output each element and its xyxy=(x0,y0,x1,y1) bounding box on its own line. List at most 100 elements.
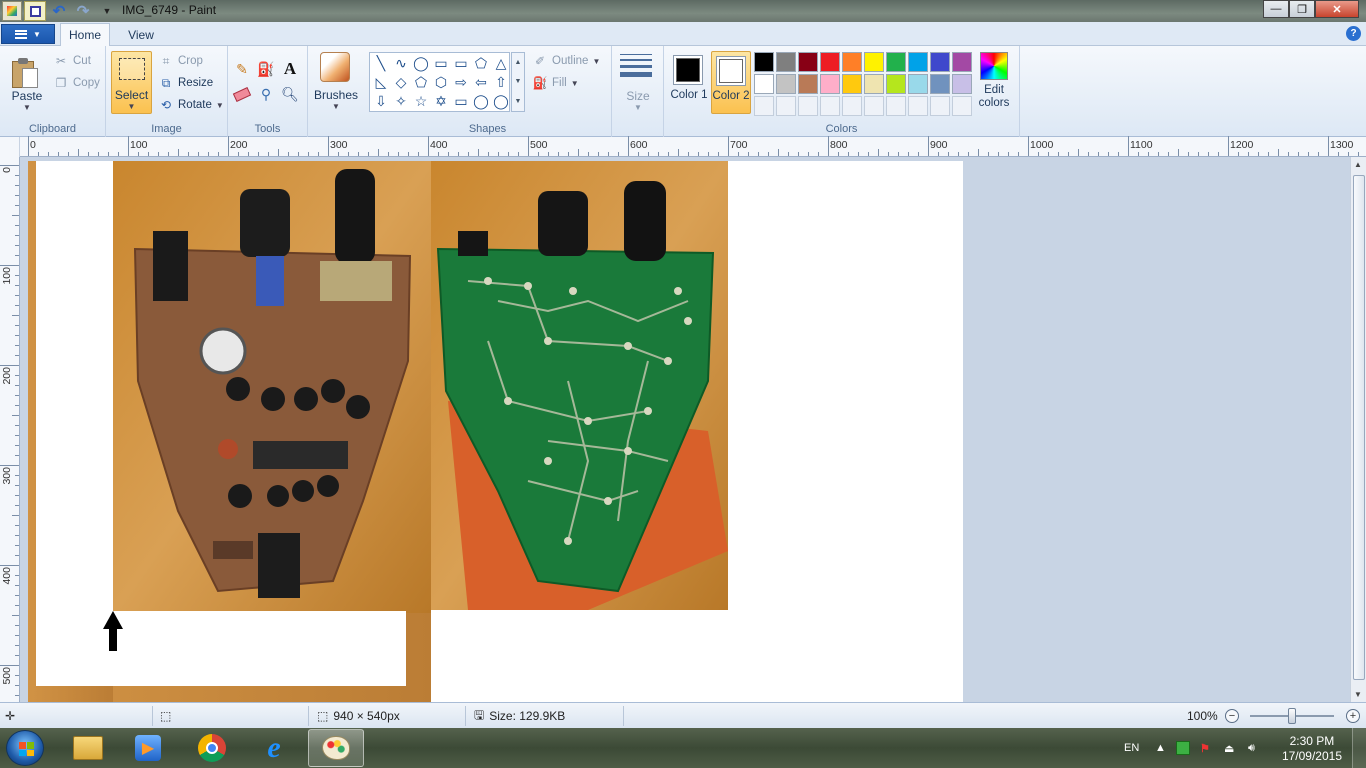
palette-swatch[interactable] xyxy=(820,52,840,72)
help-icon[interactable]: ? xyxy=(1346,26,1361,41)
volume-icon[interactable]: 🔊︎ xyxy=(1248,728,1255,768)
palette-swatch[interactable] xyxy=(776,74,796,94)
custom-color-slot[interactable] xyxy=(754,96,774,116)
chrome-taskbar-button[interactable] xyxy=(184,729,240,767)
palette-swatch[interactable] xyxy=(798,52,818,72)
palette-swatch[interactable] xyxy=(930,52,950,72)
media-player-taskbar-button[interactable]: ▶ xyxy=(120,729,176,767)
chevron-down-icon[interactable]: ▼ xyxy=(515,78,522,85)
rectangle-shape-icon[interactable]: ▭ xyxy=(432,54,450,72)
canvas[interactable] xyxy=(28,161,963,702)
pentagon-shape-icon[interactable]: ⬠ xyxy=(412,73,430,91)
left-arrow-shape-icon[interactable]: ⇦ xyxy=(472,73,490,91)
oval-shape-icon[interactable]: ◯ xyxy=(412,54,430,72)
outline-button[interactable]: ✐ Outline ▼ xyxy=(532,53,600,69)
palette-swatch[interactable] xyxy=(842,74,862,94)
triangle-shape-icon[interactable]: △ xyxy=(492,54,510,72)
right-triangle-shape-icon[interactable]: ◺ xyxy=(372,73,390,91)
paste-button[interactable]: Paste ▼ xyxy=(6,50,48,114)
scroll-thumb[interactable] xyxy=(1353,175,1365,680)
palette-swatch[interactable] xyxy=(842,52,862,72)
undo-icon[interactable]: ↶ xyxy=(48,1,70,21)
usb-device-icon[interactable]: ⏏ xyxy=(1224,728,1234,768)
down-arrow-shape-icon[interactable]: ⇩ xyxy=(372,92,390,110)
custom-color-slot[interactable] xyxy=(952,96,972,116)
cloud-callout-shape-icon[interactable]: ◯ xyxy=(492,92,510,110)
palette-swatch[interactable] xyxy=(754,74,774,94)
expand-gallery-icon[interactable]: ▼ xyxy=(515,98,522,105)
diamond-shape-icon[interactable]: ◇ xyxy=(392,73,410,91)
palette-swatch[interactable] xyxy=(798,74,818,94)
shapes-gallery-scroll[interactable]: ▲ ▼ ▼ xyxy=(511,52,525,112)
right-arrow-shape-icon[interactable]: ⇨ xyxy=(452,73,470,91)
zoom-in-button[interactable]: + xyxy=(1346,709,1360,723)
custom-color-slot[interactable] xyxy=(776,96,796,116)
custom-color-slot[interactable] xyxy=(864,96,884,116)
palette-swatch[interactable] xyxy=(820,74,840,94)
custom-color-slot[interactable] xyxy=(820,96,840,116)
palette-swatch[interactable] xyxy=(908,52,928,72)
close-button[interactable]: ✕ xyxy=(1315,0,1359,18)
pencil-icon[interactable]: ✎ xyxy=(231,58,253,80)
custom-color-slot[interactable] xyxy=(886,96,906,116)
color2-button[interactable]: Color 2 xyxy=(711,51,751,114)
tab-view[interactable]: View xyxy=(116,23,166,46)
custom-color-slot[interactable] xyxy=(842,96,862,116)
palette-swatch[interactable] xyxy=(864,52,884,72)
custom-color-slot[interactable] xyxy=(930,96,950,116)
system-clock[interactable]: 2:30 PM 17/09/2015 xyxy=(1282,734,1342,764)
save-icon[interactable] xyxy=(24,1,46,21)
explorer-taskbar-button[interactable] xyxy=(60,729,116,767)
up-arrow-shape-icon[interactable]: ⇧ xyxy=(492,73,510,91)
custom-color-slot[interactable] xyxy=(908,96,928,116)
chevron-up-icon[interactable]: ▲ xyxy=(515,59,522,66)
brushes-button[interactable]: Brushes ▼ xyxy=(314,52,358,112)
paint-app-icon[interactable] xyxy=(2,1,22,21)
edit-colors-button[interactable]: Edit colors xyxy=(978,52,1010,112)
palette-swatch[interactable] xyxy=(952,52,972,72)
eraser-icon[interactable] xyxy=(231,83,253,105)
show-hidden-icons[interactable]: ▲ xyxy=(1155,728,1166,768)
four-point-star-shape-icon[interactable]: ✧ xyxy=(392,92,410,110)
five-point-star-shape-icon[interactable]: ☆ xyxy=(412,92,430,110)
redo-icon[interactable]: ↷ xyxy=(72,1,94,21)
cut-button[interactable]: ✂ Cut xyxy=(53,53,91,69)
select-button[interactable]: Select ▼ xyxy=(111,51,152,114)
language-indicator[interactable]: EN xyxy=(1124,728,1139,768)
palette-swatch[interactable] xyxy=(776,52,796,72)
vertical-scrollbar[interactable]: ▲ ▼ xyxy=(1350,157,1366,702)
curve-shape-icon[interactable]: ∿ xyxy=(392,54,410,72)
size-button[interactable]: Size ▼ xyxy=(616,50,660,114)
custom-color-slot[interactable] xyxy=(798,96,818,116)
rect-callout-shape-icon[interactable]: ▭ xyxy=(452,92,470,110)
palette-swatch[interactable] xyxy=(908,74,928,94)
rotate-button[interactable]: ⟲ Rotate ▼ xyxy=(158,97,224,113)
network-icon[interactable] xyxy=(1176,728,1190,768)
magnifier-icon[interactable]: 🔍︎ xyxy=(279,83,301,105)
start-button[interactable] xyxy=(6,730,44,766)
action-center-icon[interactable]: ⚑ xyxy=(1200,728,1210,768)
resize-button[interactable]: ⧉ Resize xyxy=(158,75,213,91)
show-desktop-button[interactable] xyxy=(1352,728,1366,768)
six-point-star-shape-icon[interactable]: ✡ xyxy=(432,92,450,110)
line-shape-icon[interactable]: ╲ xyxy=(372,54,390,72)
paint-menu-button[interactable]: ▼ xyxy=(1,24,55,44)
polygon-shape-icon[interactable]: ⬠ xyxy=(472,54,490,72)
color1-button[interactable]: Color 1 xyxy=(669,51,709,114)
zoom-slider-knob[interactable] xyxy=(1288,708,1296,724)
minimize-button[interactable]: — xyxy=(1263,0,1289,18)
tab-home[interactable]: Home xyxy=(60,23,110,46)
palette-swatch[interactable] xyxy=(952,74,972,94)
zoom-out-button[interactable]: − xyxy=(1225,709,1239,723)
palette-swatch[interactable] xyxy=(886,74,906,94)
palette-swatch[interactable] xyxy=(754,52,774,72)
fill-bucket-icon[interactable]: ⛽ xyxy=(255,58,277,80)
palette-swatch[interactable] xyxy=(864,74,884,94)
scroll-up-icon[interactable]: ▲ xyxy=(1354,160,1362,169)
palette-swatch[interactable] xyxy=(930,74,950,94)
internet-explorer-taskbar-button[interactable]: e xyxy=(246,729,302,767)
copy-button[interactable]: ❐ Copy xyxy=(53,75,100,91)
oval-callout-shape-icon[interactable]: ◯ xyxy=(472,92,490,110)
customize-toolbar-icon[interactable]: ▼ xyxy=(96,1,118,21)
text-tool-icon[interactable]: A xyxy=(279,58,301,80)
